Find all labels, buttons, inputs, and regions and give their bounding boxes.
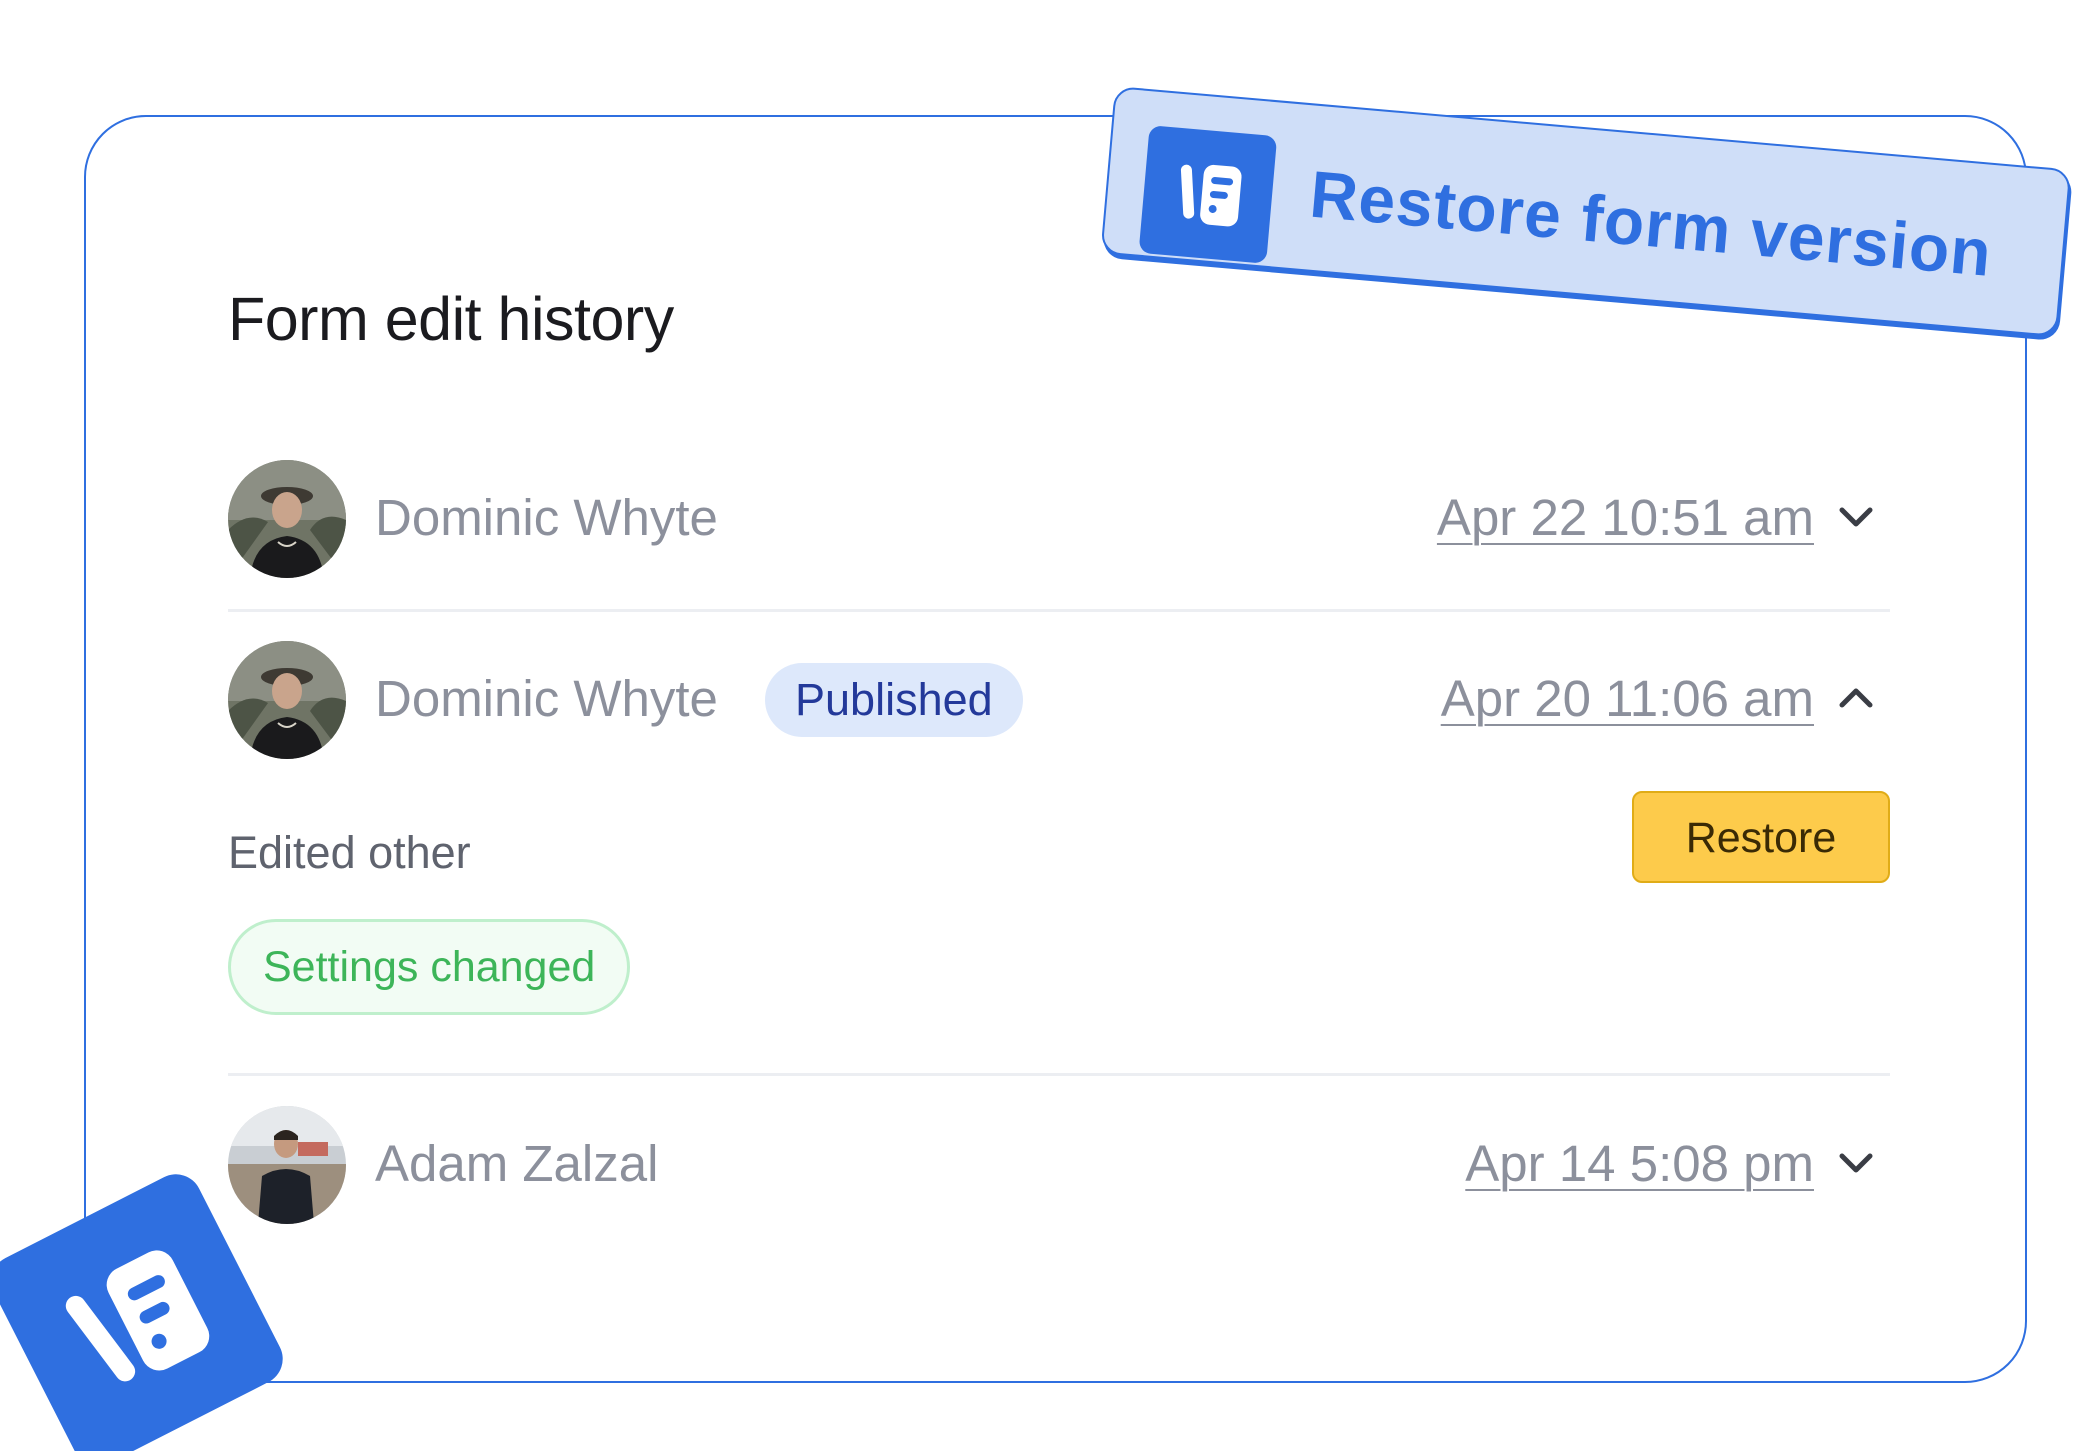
avatar-dominic-image bbox=[228, 460, 346, 578]
divider bbox=[228, 609, 1890, 612]
chevron-up-icon[interactable] bbox=[1836, 683, 1876, 713]
avatar bbox=[228, 460, 346, 578]
history-entry[interactable]: Dominic Whyte Published Apr 20 11:06 am bbox=[228, 641, 1890, 761]
user-name: Adam Zalzal bbox=[375, 1135, 659, 1192]
history-entry[interactable]: Adam Zalzal Apr 14 5:08 pm bbox=[228, 1106, 1890, 1226]
avatar bbox=[228, 641, 346, 759]
avatar-dominic-image bbox=[228, 641, 346, 759]
timestamp-link[interactable]: Apr 22 10:51 am bbox=[1437, 488, 1814, 547]
avatar-adam-image bbox=[228, 1106, 346, 1224]
change-tag: Settings changed bbox=[228, 919, 631, 1015]
divider bbox=[228, 1073, 1890, 1076]
stage: Form edit history Dominic Whyte Apr 22 1… bbox=[0, 0, 2097, 1451]
user-name: Dominic Whyte bbox=[375, 489, 718, 546]
user-name: Dominic Whyte bbox=[375, 670, 718, 727]
timestamp-link[interactable]: Apr 14 5:08 pm bbox=[1465, 1134, 1814, 1193]
avatar bbox=[228, 1106, 346, 1224]
banner-title: Restore form version bbox=[1307, 156, 1995, 290]
timestamp-link[interactable]: Apr 20 11:06 am bbox=[1441, 669, 1814, 728]
history-entry[interactable]: Dominic Whyte Apr 22 10:51 am bbox=[228, 460, 1890, 580]
chevron-down-icon[interactable] bbox=[1836, 502, 1876, 532]
form-logo-icon bbox=[1138, 125, 1278, 264]
edit-type-label: Edited other bbox=[228, 827, 471, 878]
status-badge: Published bbox=[765, 663, 1023, 737]
chevron-down-icon[interactable] bbox=[1836, 1148, 1876, 1178]
restore-button[interactable]: Restore bbox=[1632, 791, 1890, 883]
page-title: Form edit history bbox=[228, 285, 674, 353]
